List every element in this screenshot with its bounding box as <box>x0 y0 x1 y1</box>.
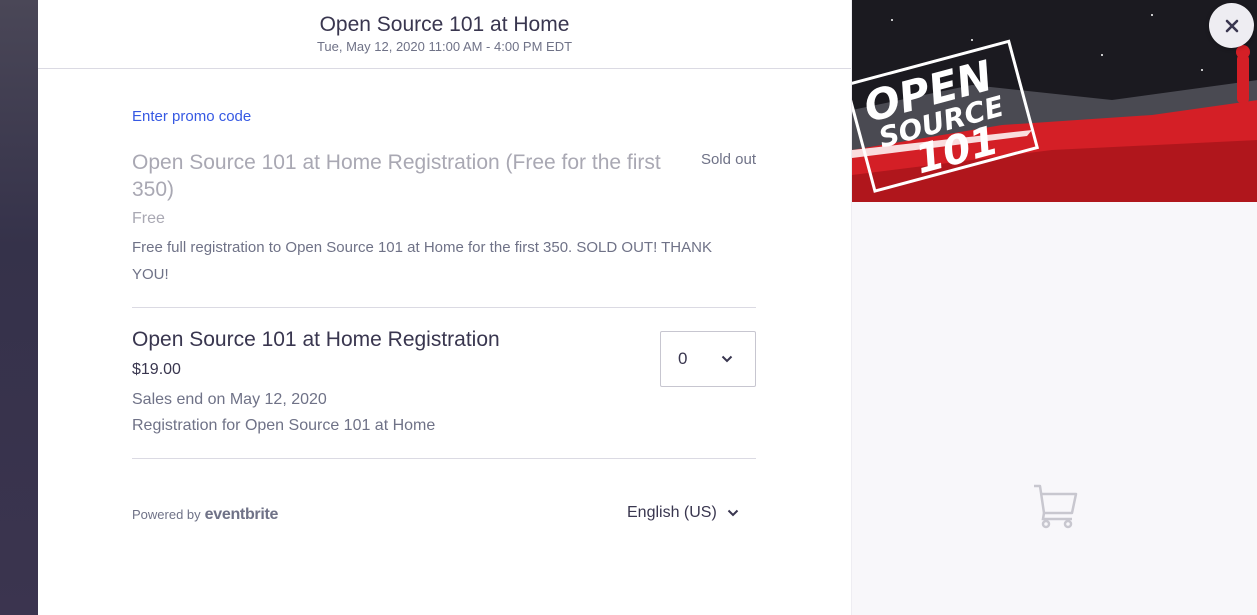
ticket-item-free: Open Source 101 at Home Registration (Fr… <box>132 149 756 308</box>
language-selector[interactable]: English (US) <box>627 504 739 522</box>
powered-by-label: Powered by <box>132 507 201 522</box>
ticket-name: Open Source 101 at Home Registration (Fr… <box>132 151 661 201</box>
checkout-modal: Open Source 101 at Home Tue, May 12, 202… <box>38 0 1257 615</box>
ticket-selection-panel: Open Source 101 at Home Tue, May 12, 202… <box>38 0 851 615</box>
ticket-description: Registration for Open Source 101 at Home <box>132 417 436 434</box>
event-banner-artwork: OPEN SOURCE 101 <box>852 0 1257 202</box>
event-datetime: Tue, May 12, 2020 11:00 AM - 4:00 PM EDT <box>316 39 573 54</box>
sold-out-label: Sold out <box>700 151 756 168</box>
modal-footer: Powered by eventbrite English (US) <box>132 504 756 528</box>
close-icon <box>1225 19 1238 32</box>
eventbrite-logo[interactable]: eventbrite <box>205 506 279 524</box>
ticket-item-paid: Open Source 101 at Home Registration $19… <box>132 308 756 459</box>
quantity-select[interactable]: 0 <box>660 331 756 387</box>
language-label: English (US) <box>627 504 717 521</box>
ticket-price: Free <box>132 210 165 227</box>
page-backdrop <box>0 0 38 615</box>
promo-code-link[interactable]: Enter promo code <box>132 108 251 125</box>
quantity-value: 0 <box>678 349 688 368</box>
order-summary-panel: OPEN SOURCE 101 <box>851 0 1257 615</box>
close-button[interactable] <box>1209 3 1254 48</box>
ticket-sales-end: Sales end on May 12, 2020 <box>132 391 327 408</box>
ticket-price: $19.00 <box>132 361 181 378</box>
chevron-down-icon <box>721 355 733 363</box>
ticket-description: Free full registration to Open Source 10… <box>132 239 712 283</box>
chevron-down-icon <box>727 509 739 517</box>
shopping-cart-icon <box>1032 483 1078 534</box>
modal-header: Open Source 101 at Home Tue, May 12, 202… <box>38 0 851 69</box>
event-title: Open Source 101 at Home <box>319 13 570 36</box>
ticket-name: Open Source 101 at Home Registration <box>132 328 500 351</box>
event-banner-image: OPEN SOURCE 101 <box>852 0 1257 202</box>
powered-by: Powered by eventbrite <box>132 506 278 524</box>
